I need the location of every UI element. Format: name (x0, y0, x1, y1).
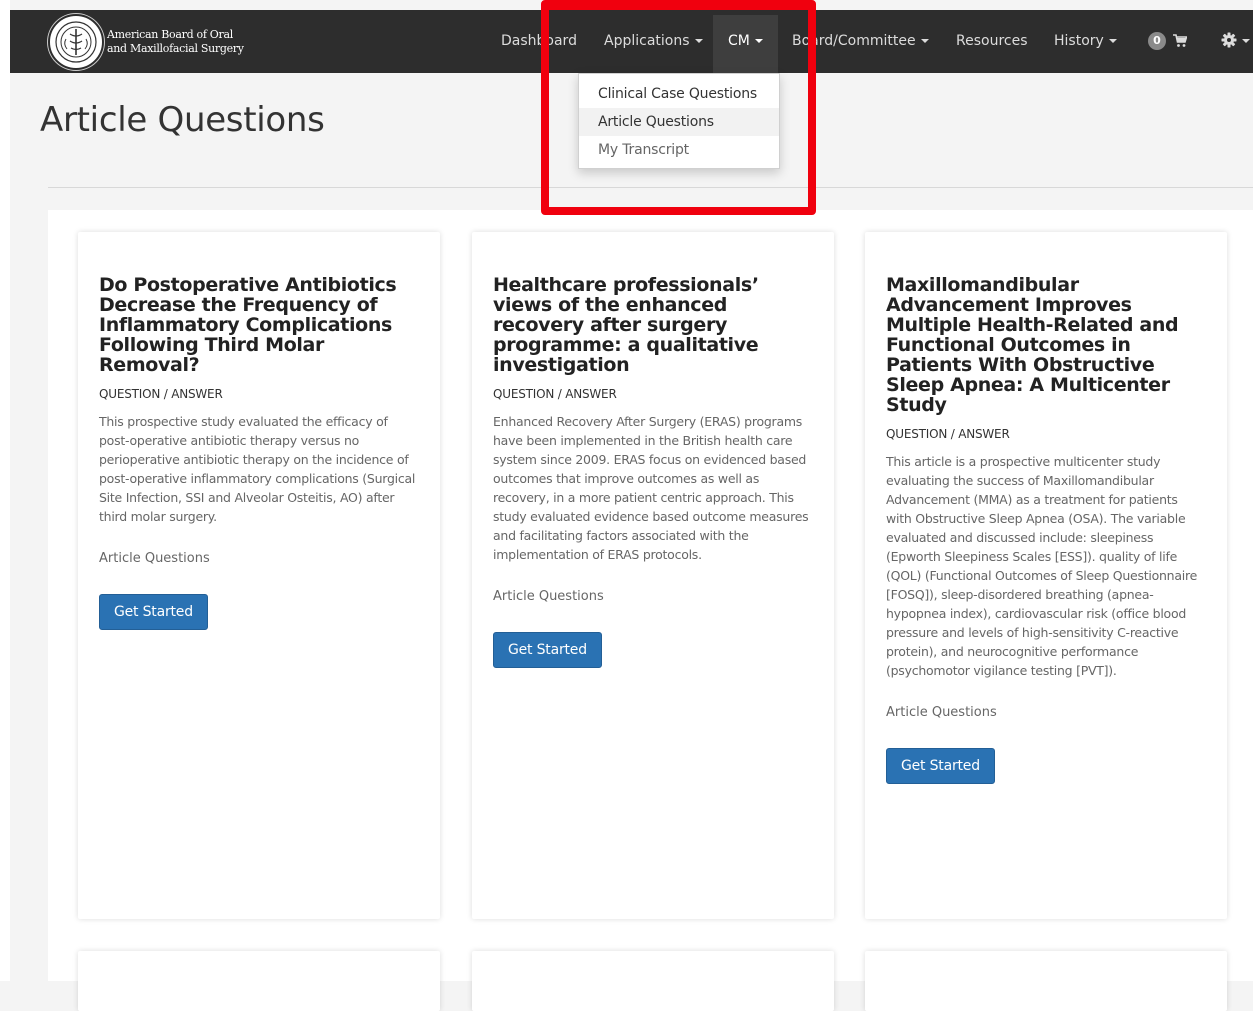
article-category: Article Questions (99, 551, 210, 566)
nav-history-label: History (1054, 33, 1104, 49)
nav-resources[interactable]: Resources (956, 10, 1028, 73)
shopping-cart-icon (1173, 13, 1189, 76)
board-seal-logo (48, 14, 104, 70)
article-title: Healthcare professionals’ views of the e… (493, 274, 759, 376)
nav-applications-label: Applications (604, 33, 690, 49)
brand[interactable]: American Board of Oral and Maxillofacial… (48, 14, 244, 70)
article-card: Healthcare professionals’ views of the e… (472, 232, 834, 919)
article-list-panel: Do Postoperative Antibiotics Decrease th… (48, 210, 1253, 1011)
article-type: QUESTION / ANSWER (493, 387, 617, 401)
nav-board-committee[interactable]: Board/Committee (792, 10, 929, 73)
caret-down-icon (694, 39, 703, 43)
article-card: Maxillomandibular Advancement Improves M… (865, 232, 1227, 919)
nav-dashboard[interactable]: Dashboard (501, 10, 577, 73)
nav-history[interactable]: History (1054, 10, 1117, 73)
nav-cart[interactable]: 0 (1148, 10, 1189, 76)
article-card (472, 951, 834, 1011)
article-type: QUESTION / ANSWER (99, 387, 223, 401)
nav-cm-label: CM (728, 33, 750, 49)
article-category: Article Questions (886, 705, 997, 720)
menu-item-my-transcript[interactable]: My Transcript (579, 136, 779, 164)
article-category: Article Questions (493, 589, 604, 604)
gear-icon (1221, 13, 1237, 76)
article-type: QUESTION / ANSWER (886, 427, 1010, 441)
get-started-button[interactable]: Get Started (493, 632, 602, 668)
title-divider (48, 187, 1253, 188)
top-navbar: American Board of Oral and Maxillofacial… (10, 10, 1253, 73)
menu-item-clinical-case-questions[interactable]: Clinical Case Questions (579, 80, 779, 108)
nav-cm[interactable]: CM (713, 15, 778, 73)
caret-down-icon (920, 39, 929, 43)
article-title: Do Postoperative Antibiotics Decrease th… (99, 274, 397, 376)
get-started-button[interactable]: Get Started (886, 748, 995, 784)
nav-resources-label: Resources (956, 33, 1028, 49)
article-description: Enhanced Recovery After Surgery (ERAS) p… (493, 414, 809, 562)
cart-count-badge: 0 (1148, 32, 1166, 50)
get-started-button[interactable]: Get Started (99, 594, 208, 630)
caret-down-icon (1108, 39, 1117, 43)
article-description: This prospective study evaluated the eff… (99, 414, 416, 524)
nav-dashboard-label: Dashboard (501, 33, 577, 49)
brand-line-1: American Board of Oral (107, 28, 233, 41)
article-card: Do Postoperative Antibiotics Decrease th… (78, 232, 440, 919)
caret-down-icon (1242, 39, 1250, 43)
page-background-edge (0, 0, 10, 981)
article-description: This article is a prospective multicente… (886, 454, 1198, 678)
cm-dropdown-menu: Clinical Case Questions Article Question… (578, 73, 780, 169)
menu-item-article-questions[interactable]: Article Questions (579, 108, 779, 136)
caret-down-icon (754, 39, 763, 43)
nav-applications[interactable]: Applications (604, 10, 703, 73)
nav-board-committee-label: Board/Committee (792, 33, 916, 49)
brand-line-2: and Maxillofacial Surgery (107, 42, 244, 55)
nav-settings[interactable] (1221, 10, 1250, 73)
article-title: Maxillomandibular Advancement Improves M… (886, 274, 1179, 416)
page-title: Article Questions (40, 100, 325, 140)
article-card (865, 951, 1227, 1011)
article-card (78, 951, 440, 1011)
brand-name: American Board of Oral and Maxillofacial… (107, 28, 244, 56)
